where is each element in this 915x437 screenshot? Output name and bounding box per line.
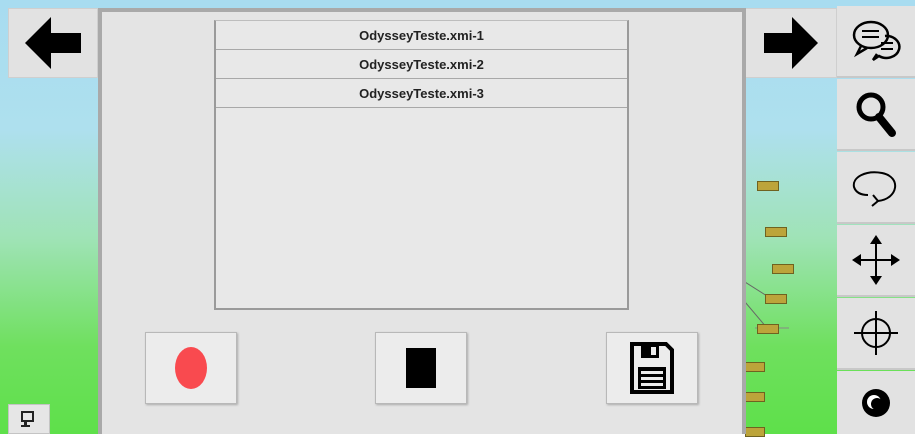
scene-block bbox=[757, 324, 779, 334]
scene-block bbox=[745, 392, 765, 402]
file-name-label: OdysseyTeste.xmi-1 bbox=[359, 27, 484, 43]
file-list[interactable]: OdysseyTeste.xmi-1 OdysseyTeste.xmi-2 Od… bbox=[214, 20, 629, 310]
floppy-disk-save-icon bbox=[630, 342, 674, 394]
crosshair-icon bbox=[854, 311, 898, 355]
file-name-label: OdysseyTeste.xmi-2 bbox=[359, 56, 484, 72]
move-arrows-icon bbox=[852, 235, 900, 285]
connector-line bbox=[745, 281, 768, 297]
magnifier-icon bbox=[856, 92, 896, 137]
back-button[interactable] bbox=[8, 8, 98, 78]
rotate-button[interactable] bbox=[837, 152, 915, 224]
file-name-label: OdysseyTeste.xmi-3 bbox=[359, 85, 484, 101]
computer-terminal-icon bbox=[21, 411, 34, 427]
save-button[interactable] bbox=[606, 332, 698, 404]
workspace-button[interactable] bbox=[8, 404, 50, 434]
scene-block bbox=[757, 181, 779, 191]
arrow-left-icon bbox=[25, 17, 81, 69]
record-button[interactable] bbox=[145, 332, 237, 404]
scene-block bbox=[745, 362, 765, 372]
scene-block bbox=[745, 427, 765, 437]
stop-button[interactable] bbox=[375, 332, 467, 404]
stop-icon bbox=[406, 348, 436, 388]
move-button[interactable] bbox=[837, 225, 915, 297]
list-item[interactable]: OdysseyTeste.xmi-1 bbox=[216, 21, 627, 50]
scene-block bbox=[765, 294, 787, 304]
scene-block bbox=[772, 264, 794, 274]
list-item[interactable]: OdysseyTeste.xmi-2 bbox=[216, 50, 627, 79]
rotate-loop-icon bbox=[852, 171, 896, 207]
forward-button[interactable] bbox=[745, 8, 837, 78]
list-item[interactable]: OdysseyTeste.xmi-3 bbox=[216, 79, 627, 108]
record-icon bbox=[175, 347, 207, 389]
scene-block bbox=[765, 227, 787, 237]
eye-icon bbox=[862, 388, 890, 417]
arrow-right-icon bbox=[764, 17, 818, 69]
view-button[interactable] bbox=[837, 371, 915, 434]
target-button[interactable] bbox=[837, 298, 915, 370]
chat-bubbles-icon bbox=[852, 20, 901, 62]
chat-button[interactable] bbox=[837, 6, 915, 78]
search-button[interactable] bbox=[837, 79, 915, 151]
